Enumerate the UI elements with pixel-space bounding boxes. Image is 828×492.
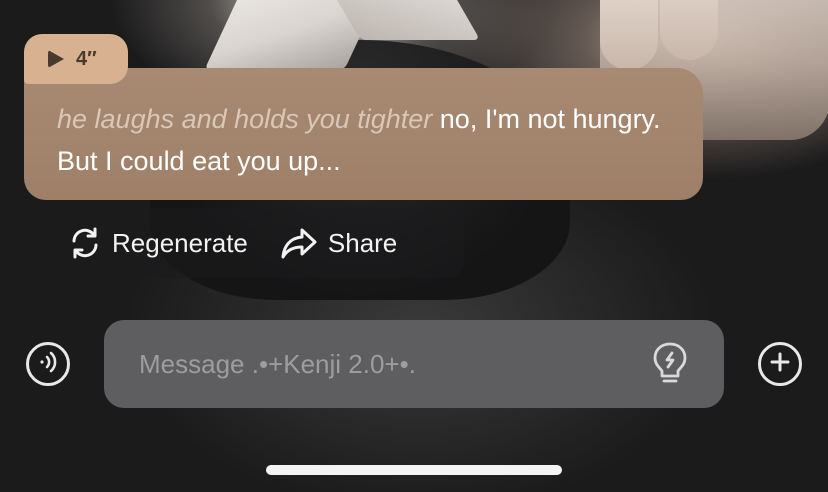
audio-duration: 4″ bbox=[76, 47, 97, 70]
plus-icon bbox=[769, 351, 791, 378]
message-input[interactable] bbox=[137, 347, 634, 381]
ai-message-bubble: he laughs and holds you tighter no, I'm … bbox=[24, 68, 703, 200]
refresh-icon bbox=[68, 226, 102, 260]
add-button[interactable] bbox=[758, 342, 802, 386]
message-narration: he laughs and holds you tighter bbox=[57, 104, 433, 134]
background-finger bbox=[660, 0, 718, 60]
play-icon bbox=[48, 50, 64, 68]
lightbulb-icon bbox=[652, 341, 688, 390]
voice-call-button[interactable] bbox=[26, 342, 70, 386]
regenerate-button[interactable]: Regenerate bbox=[68, 226, 248, 260]
chat-screen: he laughs and holds you tighter no, I'm … bbox=[0, 0, 828, 492]
voice-call-icon bbox=[35, 350, 61, 379]
share-button[interactable]: Share bbox=[280, 226, 397, 260]
hint-button[interactable] bbox=[650, 342, 690, 388]
message-actions: Regenerate Share bbox=[24, 208, 464, 278]
background-finger bbox=[600, 0, 658, 70]
message-input-container bbox=[104, 320, 724, 408]
audio-play-button[interactable]: 4″ bbox=[24, 34, 128, 84]
share-label: Share bbox=[327, 227, 398, 258]
home-indicator[interactable] bbox=[266, 465, 562, 475]
regenerate-label: Regenerate bbox=[112, 227, 248, 258]
share-arrow-icon bbox=[280, 226, 318, 260]
